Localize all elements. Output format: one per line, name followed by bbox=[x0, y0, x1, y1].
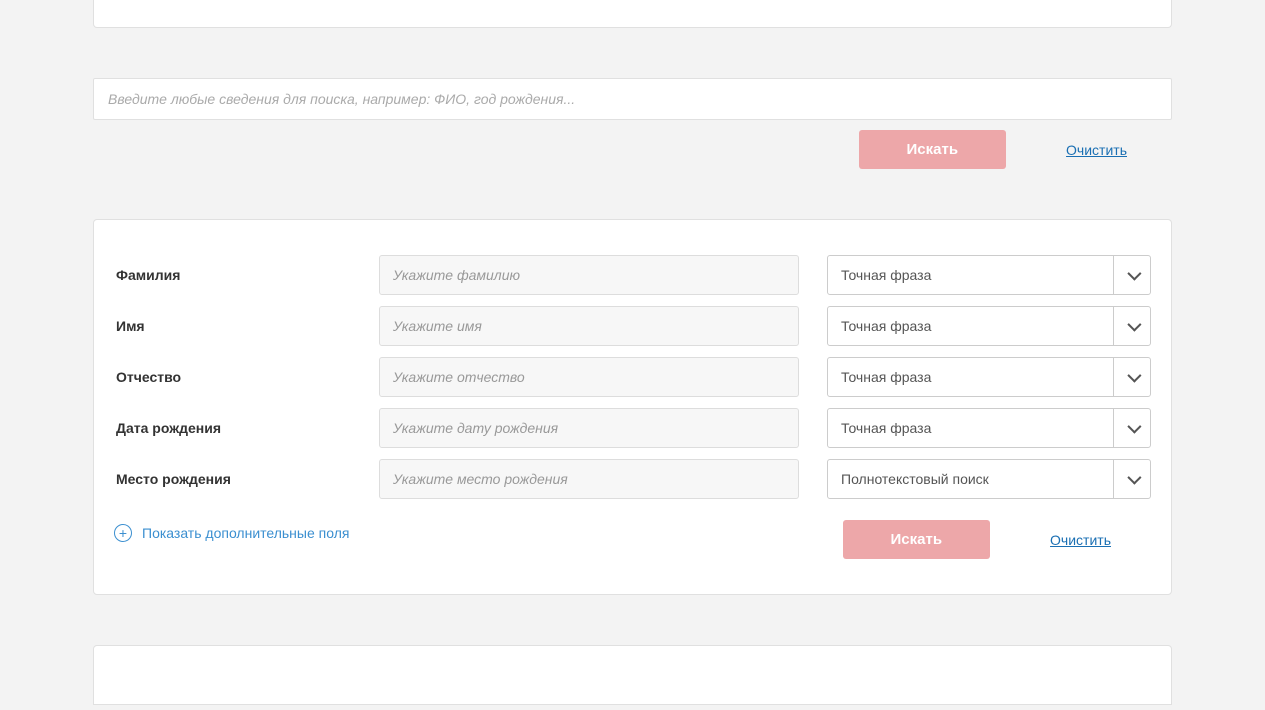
advanced-clear-link[interactable]: Очистить bbox=[1050, 532, 1111, 548]
select-surname-value: Точная фраза bbox=[841, 267, 931, 283]
input-name[interactable] bbox=[379, 306, 799, 346]
input-birthdate[interactable] bbox=[379, 408, 799, 448]
select-patronymic-mode[interactable]: Точная фраза bbox=[827, 357, 1151, 397]
simple-search-actions: Искать Очистить bbox=[93, 130, 1172, 169]
label-name: Имя bbox=[114, 318, 379, 334]
form-row-birthdate: Дата рождения Точная фраза bbox=[114, 408, 1151, 448]
advanced-search-card: Фамилия Точная фраза Имя Точная фраза bbox=[93, 219, 1172, 595]
form-row-patronymic: Отчество Точная фраза bbox=[114, 357, 1151, 397]
label-surname: Фамилия bbox=[114, 267, 379, 283]
select-surname-mode[interactable]: Точная фраза bbox=[827, 255, 1151, 295]
simple-search-button[interactable]: Искать bbox=[859, 130, 1007, 169]
form-row-birthplace: Место рождения Полнотекстовый поиск bbox=[114, 459, 1151, 499]
select-birthplace-value: Полнотекстовый поиск bbox=[841, 471, 989, 487]
show-more-link[interactable]: Показать дополнительные поля bbox=[142, 525, 349, 541]
label-patronymic: Отчество bbox=[114, 369, 379, 385]
input-surname[interactable] bbox=[379, 255, 799, 295]
simple-search-input[interactable] bbox=[93, 78, 1172, 120]
select-patronymic-value: Точная фраза bbox=[841, 369, 931, 385]
footer-card bbox=[93, 645, 1172, 705]
advanced-search-button[interactable]: Искать bbox=[843, 520, 991, 559]
simple-search-section: Искать Очистить bbox=[93, 78, 1172, 169]
form-row-surname: Фамилия Точная фраза bbox=[114, 255, 1151, 295]
label-birthplace: Место рождения bbox=[114, 471, 379, 487]
input-birthplace[interactable] bbox=[379, 459, 799, 499]
select-name-mode[interactable]: Точная фраза bbox=[827, 306, 1151, 346]
form-row-name: Имя Точная фраза bbox=[114, 306, 1151, 346]
plus-circle-icon[interactable]: + bbox=[114, 524, 132, 542]
select-name-value: Точная фраза bbox=[841, 318, 931, 334]
label-birthdate: Дата рождения bbox=[114, 420, 379, 436]
select-birthdate-value: Точная фраза bbox=[841, 420, 931, 436]
top-banner-card bbox=[93, 0, 1172, 28]
select-birthplace-mode[interactable]: Полнотекстовый поиск bbox=[827, 459, 1151, 499]
select-birthdate-mode[interactable]: Точная фраза bbox=[827, 408, 1151, 448]
input-patronymic[interactable] bbox=[379, 357, 799, 397]
simple-clear-link[interactable]: Очистить bbox=[1066, 142, 1127, 158]
